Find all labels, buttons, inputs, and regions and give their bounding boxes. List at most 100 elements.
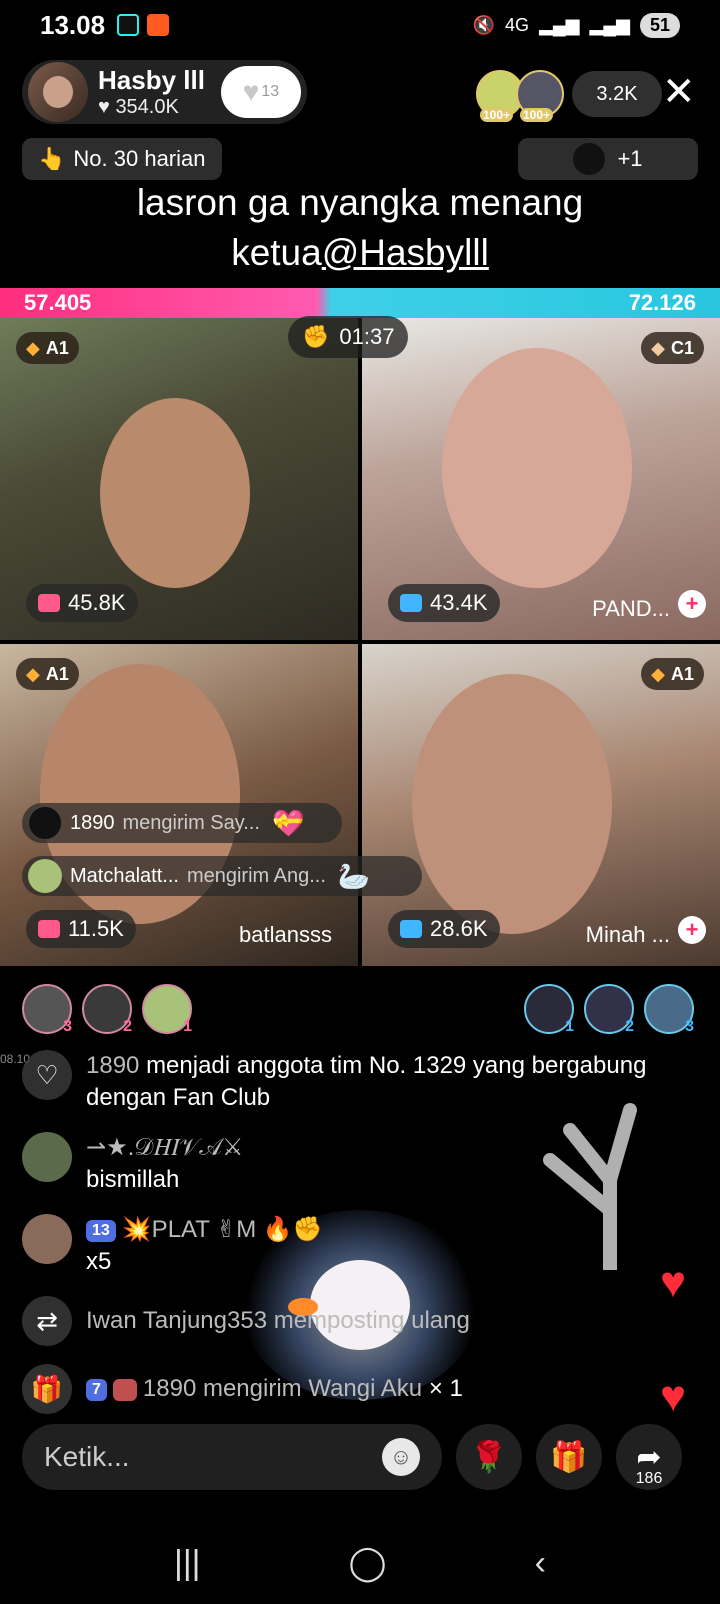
supporter-avatar[interactable]: 3 (644, 984, 694, 1035)
floating-heart-icon: ♥ (660, 1258, 687, 1307)
rank-tag: ◆ A1 (16, 332, 79, 364)
gift-toast: 1890 mengirim Say... 💝 (22, 803, 342, 843)
guest-name[interactable]: Minah ... (586, 922, 670, 948)
diamond-icon: ◆ (26, 663, 40, 684)
gift-heart-icon: 💝 (271, 807, 305, 838)
caption-line-1: lasron ga nyangka menang (136, 182, 584, 223)
user-avatar[interactable] (22, 1214, 72, 1264)
guest-tile[interactable]: ◆ C1 43.4K PAND... + (362, 318, 720, 640)
floating-heart-icon: ♥ (660, 1372, 687, 1421)
guest-score: 45.8K (26, 584, 138, 622)
battery-indicator: 51 (639, 12, 680, 38)
caption-mention[interactable]: @Hasbylll (322, 232, 489, 273)
status-bar: 13.08 🔇 4G ▂▄▆ ▂▄▆ 51 (0, 0, 720, 50)
share-button[interactable]: ➦ 186 (616, 1424, 682, 1490)
gift-text: mengirim Say... (122, 811, 260, 834)
camera-icon (38, 594, 60, 612)
daily-rank-pill[interactable]: 👆 No. 30 harian (22, 138, 222, 180)
battle-timer-value: 01:37 (339, 324, 395, 349)
top-viewers[interactable]: 100+ 100+ 3.2K (476, 70, 662, 122)
chat-message: ⇄ Iwan Tanjung353 memposting ulang (22, 1296, 682, 1346)
signal-icon-2: ▂▄▆ (589, 14, 630, 35)
gift-swan-icon: 🦢 (337, 860, 371, 891)
system-nav-bar: ||| ◯ ‹ (0, 1522, 720, 1604)
home-icon[interactable]: ◯ (349, 1543, 387, 1583)
supporter-avatar[interactable]: 1 (524, 984, 574, 1035)
bottom-action-bar: Ketik... ☺ 🌹 🎁 ➦ 186 (22, 1424, 698, 1490)
follow-plus-button[interactable]: + (678, 916, 706, 944)
rose-gift-button[interactable]: 🌹 (456, 1424, 522, 1490)
right-team-supporters[interactable]: 1 2 3 (524, 984, 694, 1035)
viewer-count[interactable]: 3.2K (572, 71, 662, 117)
user-avatar[interactable] (22, 1132, 72, 1182)
user-avatar (28, 806, 62, 840)
rank-tag: ◆ C1 (641, 332, 704, 364)
diamond-icon: ◆ (651, 337, 665, 358)
battle-timer: ✊ 01:37 (288, 316, 409, 358)
chat-username[interactable]: Iwan Tanjung353 (86, 1307, 267, 1334)
guest-score: 11.5K (26, 910, 136, 948)
chat-username[interactable]: 1890 (143, 1375, 196, 1402)
chat-feed[interactable]: ♡ 1890 menjadi anggota tim No. 1329 yang… (22, 1050, 682, 1432)
chat-username[interactable]: ⇀★.𝒟𝐻𝐼𝒱𝒜⚔ (86, 1132, 243, 1164)
host-info: Hasby lll ♥ 354.0K (98, 65, 205, 119)
user-avatar (28, 859, 62, 893)
gift-button[interactable]: 🎁 (536, 1424, 602, 1490)
chat-message: 13 💥PLAT ✌M 🔥✊ x5 (22, 1214, 682, 1278)
gift-text: mengirim Ang... (186, 864, 326, 887)
chat-message: ♡ 1890 menjadi anggota tim No. 1329 yang… (22, 1050, 682, 1114)
status-indicators: 🔇 4G ▂▄▆ ▂▄▆ 51 (473, 12, 680, 38)
supporter-avatar[interactable]: 2 (82, 984, 132, 1035)
close-icon[interactable]: ✕ (662, 72, 696, 112)
chat-message: 🎁 7 1890 mengirim Wangi Aku × 1 (22, 1364, 682, 1414)
supporter-avatar[interactable]: 3 (22, 984, 72, 1035)
status-time: 13.08 (40, 9, 106, 40)
camera-icon (38, 920, 60, 938)
chat-text: bismillah (86, 1166, 180, 1193)
network-type: 4G (505, 14, 530, 35)
chat-username[interactable]: 💥PLAT ✌M 🔥✊ (122, 1216, 323, 1243)
guest-tile[interactable]: ◆ A1 28.6K Minah ... + (362, 644, 720, 966)
diamond-icon: ◆ (26, 337, 40, 358)
signal-icon: ▂▄▆ (539, 14, 580, 35)
guest-score: 43.4K (388, 584, 500, 622)
gift-toast: Matchalatt... mengirim Ang... 🦢 (22, 856, 422, 896)
gift-icon: 🎁 (22, 1364, 72, 1414)
host-name: Hasby lll (98, 65, 205, 95)
chat-message: ⇀★.𝒟𝐻𝐼𝒱𝒜⚔ bismillah (22, 1132, 682, 1196)
guest-name[interactable]: PAND... (592, 596, 670, 622)
user-level-badge: 13 (86, 1219, 116, 1242)
status-app-icons (117, 14, 170, 36)
video-recorder-icon (147, 14, 170, 36)
guest-name[interactable]: batlansss (239, 922, 332, 948)
comment-input[interactable]: Ketik... ☺ (22, 1424, 442, 1490)
follow-plus-button[interactable]: + (678, 590, 706, 618)
battle-right-score: 72.126 (628, 290, 696, 315)
supporter-avatar[interactable]: 1 (142, 984, 192, 1035)
left-team-supporters[interactable]: 3 2 1 (22, 984, 192, 1035)
extra-guests-pill[interactable]: +1 (518, 138, 698, 180)
supporter-avatar[interactable]: 2 (584, 984, 634, 1035)
top-viewer-avatar[interactable]: 100+ (516, 70, 564, 122)
host-likes: ♥ 354.0K (98, 96, 179, 118)
fan-club-badge (112, 1378, 137, 1401)
recent-apps-icon[interactable]: ||| (174, 1544, 201, 1583)
guest-avatar (573, 143, 606, 175)
gift-sender: 1890 (70, 811, 115, 834)
guest-tile[interactable]: ◆ A1 45.8K (0, 318, 358, 640)
guest-video (442, 348, 632, 588)
repost-icon: ⇄ (22, 1296, 72, 1346)
chat-text: x5 (86, 1248, 112, 1275)
diamond-icon: ◆ (651, 663, 665, 684)
back-icon[interactable]: ‹ (535, 1544, 546, 1583)
rank-tag: ◆ A1 (641, 658, 704, 690)
fan-club-button[interactable]: ♥ 13 (221, 66, 301, 118)
guest-score: 28.6K (388, 910, 500, 948)
emoji-icon[interactable]: ☺ (382, 1438, 420, 1476)
gift-sender: Matchalatt... (70, 864, 179, 887)
guest-video (412, 674, 612, 934)
host-avatar[interactable] (28, 62, 88, 122)
rose-icon: 🌹 (470, 1440, 508, 1474)
host-profile-pill[interactable]: Hasby lll ♥ 354.0K ♥ 13 (22, 60, 307, 124)
camera-icon (400, 920, 422, 938)
